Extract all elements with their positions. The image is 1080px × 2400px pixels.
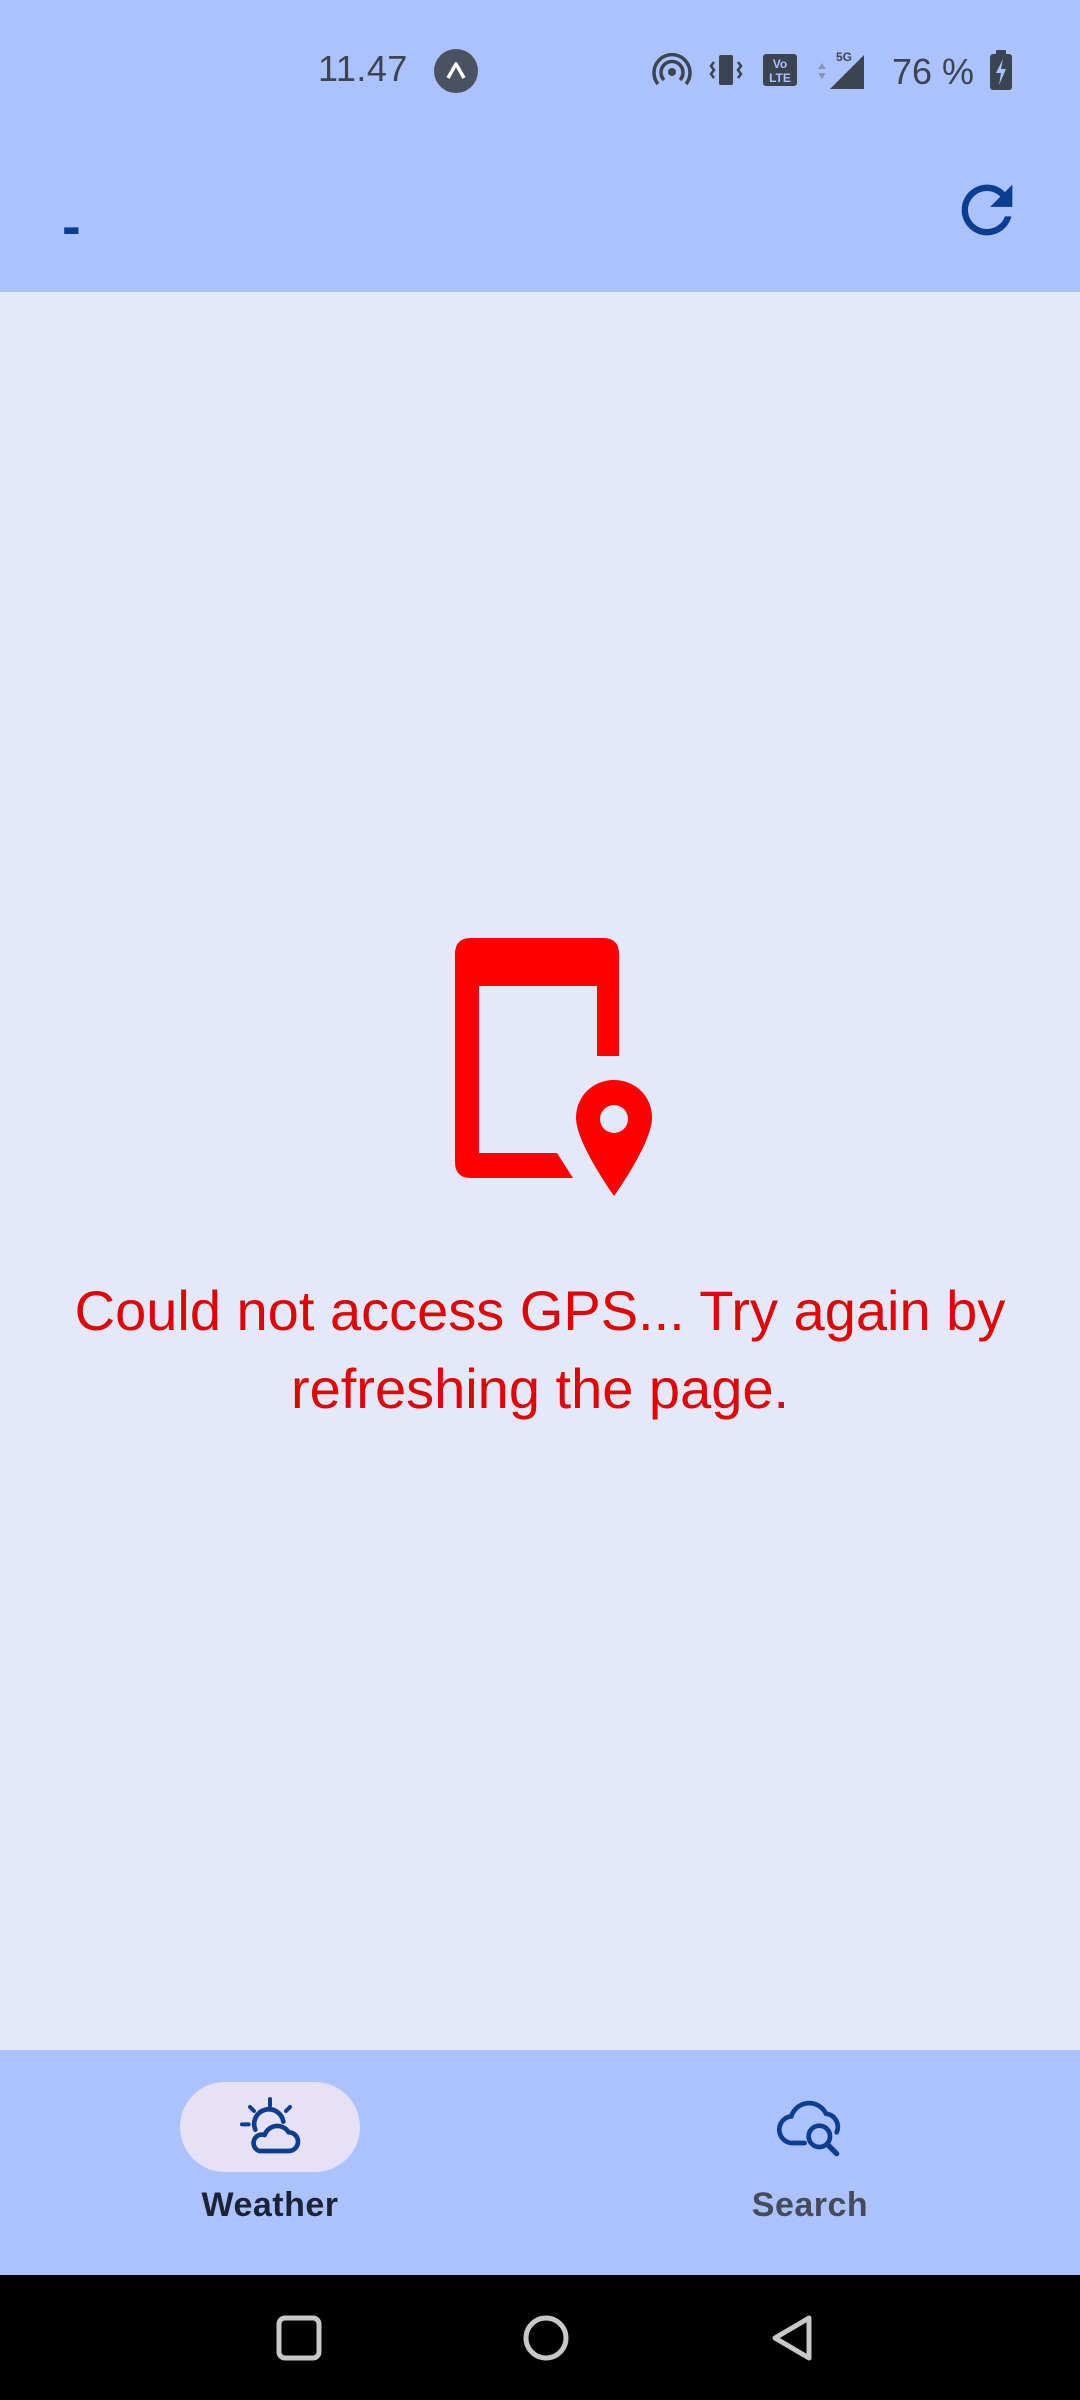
nav-item-search[interactable]: Search [660, 2082, 960, 2242]
nav-active-indicator [180, 2082, 360, 2172]
status-time: 11.47 [318, 48, 408, 89]
nav-label-weather: Weather [201, 2186, 339, 2224]
svg-text:5G: 5G [836, 50, 852, 64]
status-icons: Vo LTE 5G 76 % [652, 48, 1014, 96]
status-bar: 11.47 Vo LTE 5G 76 % [0, 0, 1080, 145]
gps-error-message: Could not access GPS... Try again by ref… [74, 1279, 1006, 1420]
bottom-navigation: Weather Search [0, 2050, 1080, 2275]
nav-inactive-indicator [720, 2082, 900, 2172]
navigation-indicator-icon [434, 49, 478, 93]
battery-charging-icon [988, 49, 1014, 96]
refresh-button[interactable] [942, 165, 1032, 255]
system-navigation-bar [0, 2275, 1080, 2400]
back-button[interactable] [760, 2305, 826, 2371]
cloud-search-icon [777, 2100, 841, 2157]
hotspot-icon [652, 50, 692, 95]
recents-icon [276, 2315, 322, 2361]
svg-text:LTE: LTE [769, 71, 791, 85]
5g-signal-icon: 5G [814, 49, 870, 96]
recents-button[interactable] [266, 2305, 332, 2371]
back-icon [772, 2315, 812, 2361]
location-title: - [62, 194, 81, 257]
nav-label-search: Search [751, 2186, 869, 2224]
home-icon [523, 2315, 569, 2361]
refresh-icon [961, 184, 1013, 236]
svg-text:Vo: Vo [773, 57, 787, 71]
phone-location-icon [455, 938, 652, 1196]
weather-partly-cloudy-icon [240, 2097, 301, 2154]
volte-icon: Vo LTE [760, 50, 800, 95]
battery-percentage: 76 % [891, 51, 974, 92]
vibrate-icon [706, 50, 746, 95]
app-bar: - [0, 145, 1080, 292]
nav-item-weather[interactable]: Weather [120, 2082, 420, 2242]
home-button[interactable] [513, 2305, 579, 2371]
